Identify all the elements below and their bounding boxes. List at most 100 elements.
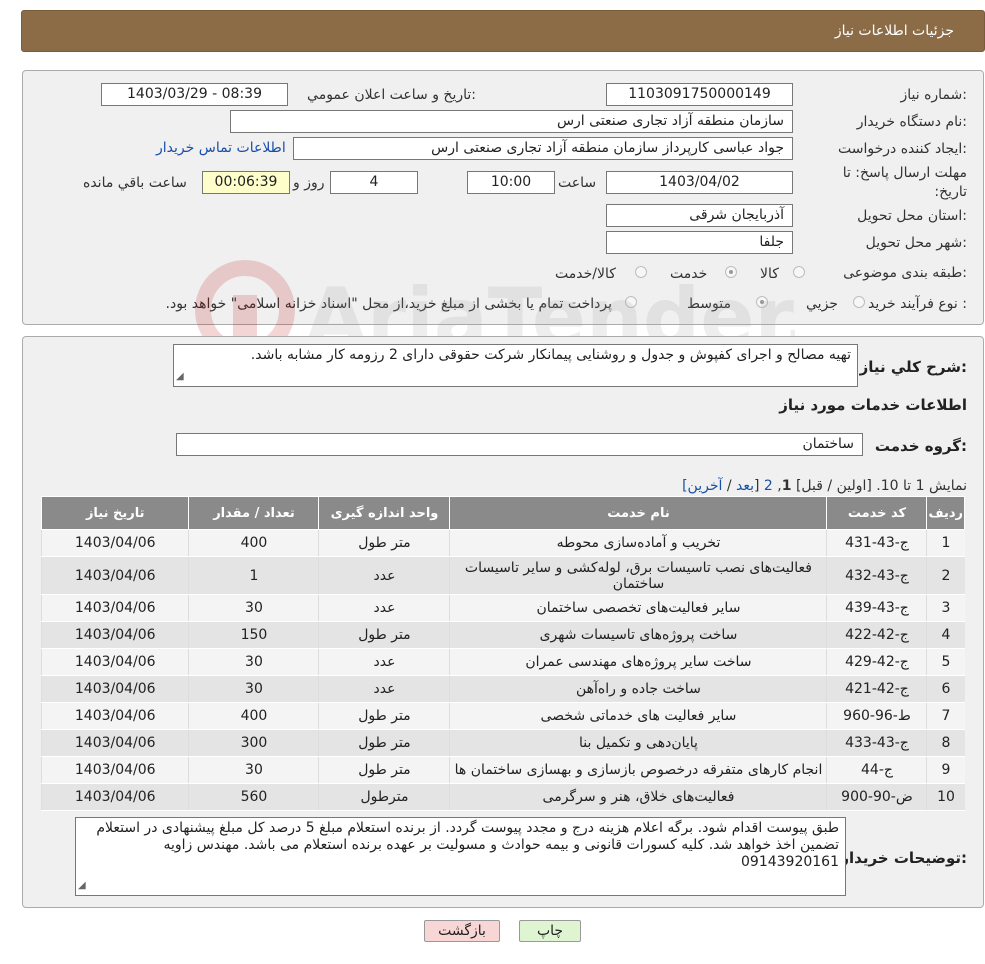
service-code: ج-42-422 [826,621,927,649]
page-header: جزئیات اطلاعات نیاز [21,10,985,52]
service-name: سایر فعالیت‌های تخصصی ساختمان [449,594,827,622]
col-unit-header: واحد اندازه گیری [318,496,451,530]
table-row: 6 ج-42-421 ساخت جاده و راه‌آهن عدد 30 1403/04… [40,675,965,703]
table-row: 3 ج-43-439 سایر فعالیت‌های تخصصی ساختمان عد… [40,594,965,622]
buyer-contact-link[interactable]: اطلاعات تماس خریدار [156,140,286,156]
summary-textarea[interactable]: تهیه مصالح و اجرای کفپوش و جدول و روشنای… [173,344,858,387]
row-number: 2 [926,556,965,595]
city-field: جلفا [606,231,793,254]
pagination-next[interactable]: بعد [736,478,754,494]
resize-grip-icon[interactable]: ◢ [78,877,86,894]
category-radio-goods-service[interactable] [635,266,647,278]
pagination-page-1: 1 [781,478,792,494]
table-row: 1 ج-43-431 تخریب و آماده‌سازی محوطه متر طول… [40,529,965,557]
province-field: آذربایجان شرقی [606,204,793,227]
service-code: ج-43-439 [826,594,927,622]
payment-note: پرداخت تمام یا بخشی از مبلغ خرید،از محل … [165,296,612,312]
pagination-prev: قبل] [795,478,823,494]
pagination: نمایش 1 تا 10. [اولین / قبل] 1, 2 [بعد /… [682,478,967,494]
service-name: ساخت سایر پروژه‌های مهندسی عمران [449,648,827,676]
creator-label: ایجاد کننده درخواست: [838,141,967,157]
service-code: ج-43-432 [826,556,927,595]
service-qty: 300 [188,729,319,757]
process-option-minor: جزيي [806,296,838,312]
service-date: 1403/04/06 [40,783,189,811]
service-code: ض-90-900 [826,783,927,811]
service-date: 1403/04/06 [40,556,189,595]
resize-grip-icon[interactable]: ◢ [176,368,184,385]
category-label: طبقه بندی موضوعی: [843,265,967,281]
service-code: ج-43-431 [826,529,927,557]
category-radio-service[interactable] [725,266,737,278]
process-option-medium: متوسط [687,296,731,312]
deadline-label: مهلت ارسال پاسخ: تا تاریخ: [842,165,967,200]
buyer-org-label: نام دستگاه خریدار: [856,114,967,130]
row-number: 3 [926,594,965,622]
service-unit: متر طول [318,621,450,649]
service-date: 1403/04/06 [40,648,189,676]
service-group-label: گروه خدمت: [874,437,967,455]
table-header-row: ردیف کد خدمت نام خدمت واحد اندازه گیری ت… [40,496,965,530]
table-row: 5 ج-42-429 ساخت سایر پروژه‌های مهندسی عمرا… [40,648,965,676]
deadline-time-label: ساعت [558,175,597,191]
deadline-time-field: 10:00 [467,171,555,194]
pagination-last[interactable]: آخرین] [682,478,722,494]
row-number: 9 [926,756,965,784]
service-unit: عدد [318,648,450,676]
back-button[interactable]: بازگشت [424,920,500,942]
page-title: جزئیات اطلاعات نیاز [834,23,954,39]
service-unit: متر طول [318,756,450,784]
service-date: 1403/04/06 [40,594,189,622]
service-qty: 30 [188,594,319,622]
service-date: 1403/04/06 [40,702,189,730]
table-row: 4 ج-42-422 ساخت پروژه‌های تاسیسات شهری متر … [40,621,965,649]
announce-label: تاریخ و ساعت اعلان عمومي: [307,87,476,103]
row-number: 10 [926,783,965,811]
buyer-notes-textarea[interactable]: طبق پیوست اقدام شود. برگه اعلام هزینه در… [75,817,846,896]
service-qty: 400 [188,529,319,557]
col-row-header: ردیف [926,496,965,530]
service-name: ساخت جاده و راه‌آهن [449,675,827,703]
buyer-notes-label: توضیحات خریدار: [840,849,967,867]
service-date: 1403/04/06 [40,621,189,649]
service-unit: مترطول [318,783,450,811]
category-option-goods-service: کالا/خدمت [555,266,616,282]
service-qty: 30 [188,756,319,784]
row-number: 8 [926,729,965,757]
process-radio-minor[interactable] [853,296,865,308]
service-unit: عدد [318,594,450,622]
print-button[interactable]: چاپ [519,920,581,942]
service-date: 1403/04/06 [40,729,189,757]
row-number: 4 [926,621,965,649]
creator-field: جواد عباسی کارپرداز سازمان منطقه آزاد تج… [293,137,793,160]
service-qty: 30 [188,648,319,676]
table-row: 2 ج-43-432 فعالیت‌های نصب تاسیسات برق، لول… [40,556,965,595]
services-table-body: 1 ج-43-431 تخریب و آماده‌سازی محوطه متر طول… [40,529,965,811]
remaining-days-field: 4 [330,171,418,194]
table-row: 10 ض-90-900 فعالیت‌های خلاق، هنر و سرگرمی م… [40,783,965,811]
summary-label: شرح کلي نياز: [859,358,967,376]
service-name: ساخت پروژه‌های تاسیسات شهری [449,621,827,649]
service-date: 1403/04/06 [40,756,189,784]
buyer-org-field: سازمان منطقه آزاد تجاری صنعتی ارس [230,110,793,133]
service-qty: 400 [188,702,319,730]
category-option-service: خدمت [670,266,708,282]
category-radio-goods[interactable] [793,266,805,278]
service-name: تخریب و آماده‌سازی محوطه [449,529,827,557]
remaining-days-label: روز و [293,175,325,191]
need-number-label: شماره نیاز: [900,87,967,103]
province-label: استان محل تحویل: [857,208,967,224]
need-number-field: 1103091750000149 [606,83,793,106]
row-number: 7 [926,702,965,730]
service-unit: عدد [318,675,450,703]
process-radio-medium[interactable] [756,296,768,308]
service-name: سایر فعالیت های خدماتی شخصی [449,702,827,730]
col-code-header: کد خدمت [826,496,928,530]
service-unit: متر طول [318,529,450,557]
payment-note-checkbox[interactable] [625,296,637,308]
buyer-notes-text: طبق پیوست اقدام شود. برگه اعلام هزینه در… [96,820,839,870]
row-number: 5 [926,648,965,676]
col-qty-header: تعداد / مقدار [188,496,320,530]
pagination-summary: نمایش 1 تا 10. [876,478,967,494]
pagination-page-2[interactable]: 2 [764,478,773,494]
